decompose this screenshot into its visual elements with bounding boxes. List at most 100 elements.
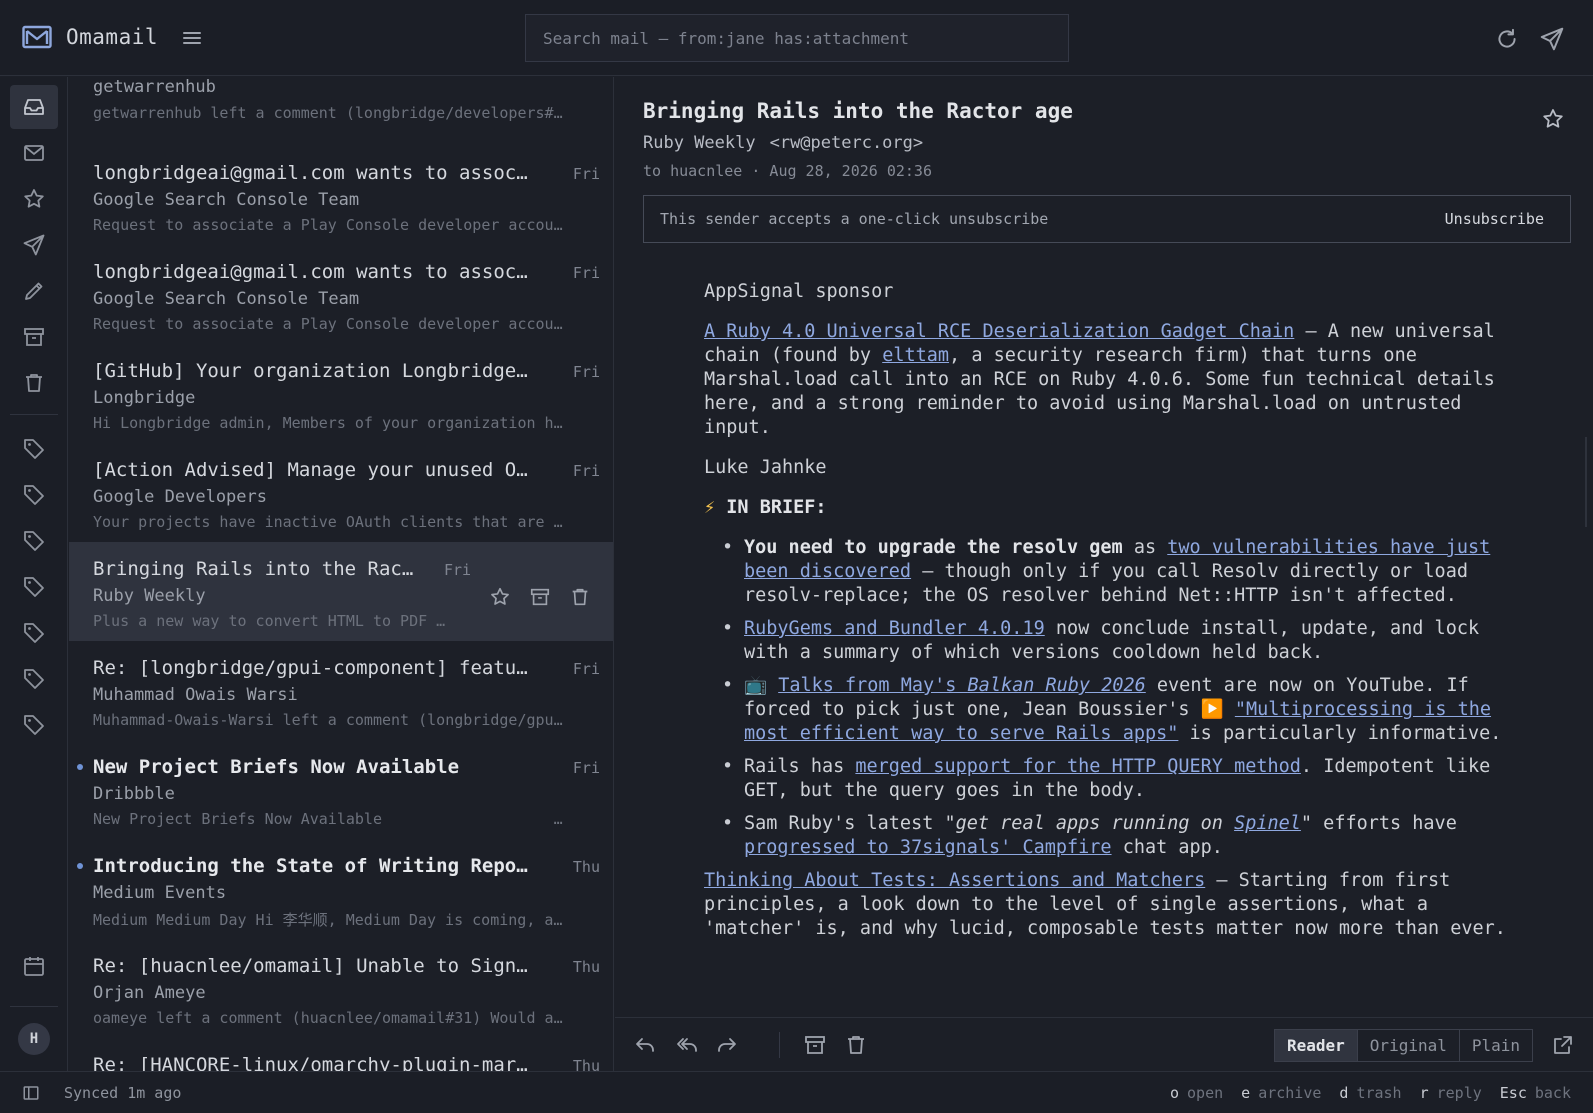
sender-address: <rw@peterc.org> (769, 133, 924, 153)
message-row[interactable]: Re: [longbridge/gpui-component] feature…… (69, 641, 613, 740)
rail-all-mail[interactable] (10, 131, 58, 175)
campfire-link[interactable]: progressed to 37signals' Campfire (744, 837, 1112, 858)
message-subject: Re: [huacnlee/omamail] Unable to Sign i… (93, 955, 533, 977)
star-button[interactable] (1541, 107, 1565, 131)
unsubscribe-button[interactable]: Unsubscribe (1445, 210, 1544, 228)
message-date: Fri (572, 363, 600, 381)
message-row[interactable]: [Action Advised] Manage your unused OAu…… (69, 443, 613, 542)
rail-label-3[interactable] (10, 519, 58, 563)
view-mode-original[interactable]: Original (1356, 1030, 1459, 1061)
star-icon (24, 189, 44, 208)
play-icon: ▶️ (1200, 699, 1224, 720)
send-icon (23, 234, 45, 256)
row-trash-button[interactable] (569, 586, 591, 608)
menu-button[interactable] (180, 26, 204, 50)
message-date: Fri (572, 165, 600, 183)
list-item: You need to upgrade the resolv gem as tw… (722, 536, 1534, 608)
avatar[interactable]: H (18, 1023, 50, 1055)
scrollbar[interactable] (1585, 437, 1587, 527)
star-icon (1543, 109, 1563, 128)
spinel-link[interactable]: Spinel (1234, 813, 1301, 834)
rail-inbox[interactable] (10, 85, 58, 129)
archive-icon (24, 328, 44, 346)
body-paragraph: Thinking About Tests: Assertions and Mat… (704, 870, 1506, 939)
http-query-link[interactable]: merged support for the HTTP QUERY method (855, 756, 1301, 777)
archive-button[interactable] (803, 1033, 827, 1057)
rubygems-link[interactable]: RubyGems and Bundler 4.0.19 (744, 618, 1045, 639)
row-archive-button[interactable] (529, 586, 551, 608)
calendar-icon (24, 957, 44, 976)
rail-trash[interactable] (10, 361, 58, 405)
message-row-selected[interactable]: Bringing Rails into the Ract… Fri Ruby W… (69, 542, 613, 641)
message-subject: Re: [HANCORE-linux/omarchy-plugin-marke… (93, 1054, 533, 1071)
message-date: Fri (572, 660, 600, 678)
shortcut-hint: e archive (1241, 1084, 1322, 1102)
message-subject: longbridgeai@gmail.com wants to associa… (93, 261, 533, 283)
rail-label-5[interactable] (10, 611, 58, 655)
row-star-button[interactable] (489, 586, 511, 608)
reader-sender: Ruby Weekly <rw@peterc.org> (643, 133, 923, 153)
rail-label-7[interactable] (10, 703, 58, 747)
rail-label-1[interactable] (10, 427, 58, 471)
message-row[interactable]: [GitHub] Your organization Longbridge h…… (69, 344, 613, 443)
message-from: Muhammad Owais Warsi (93, 685, 298, 705)
rail-archive[interactable] (10, 315, 58, 359)
tag-icon (24, 669, 44, 689)
rail-calendar[interactable] (10, 944, 58, 988)
message-date: Fri (572, 462, 600, 480)
reply-all-button[interactable] (675, 1033, 699, 1057)
message-snippet: Medium Medium Day Hi 李华顺, Medium Day is … (93, 911, 563, 929)
message-date: Thu (572, 1057, 600, 1071)
forward-button[interactable] (715, 1033, 739, 1057)
tests-article-link[interactable]: Thinking About Tests: Assertions and Mat… (704, 870, 1205, 891)
unread-dot (77, 764, 83, 770)
message-row-unread[interactable]: New Project Briefs Now Available Fri Dri… (69, 740, 613, 839)
pencil-icon (25, 282, 43, 300)
unsubscribe-banner: This sender accepts a one-click unsubscr… (643, 195, 1571, 243)
elttam-link[interactable]: elttam (882, 345, 949, 366)
message-subject: Bringing Rails into the Ract… (93, 558, 423, 580)
view-mode-plain[interactable]: Plain (1458, 1030, 1532, 1061)
rail-sent[interactable] (10, 223, 58, 267)
message-snippet: Muhammad-Owais-Warsi left a comment (lon… (93, 711, 563, 729)
message-row-unread[interactable]: Introducing the State of Writing Report…… (69, 839, 613, 938)
sync-status: Synced 1m ago (64, 1084, 182, 1102)
search-input[interactable] (525, 14, 1069, 62)
body-paragraph: A Ruby 4.0 Universal RCE Deserialization… (704, 321, 1495, 438)
tv-icon: 📺 (744, 675, 768, 696)
rail-drafts[interactable] (10, 269, 58, 313)
rail-label-6[interactable] (10, 657, 58, 701)
rail-starred[interactable] (10, 177, 58, 221)
message-date: Thu (572, 958, 600, 976)
message-from: Google Developers (93, 487, 267, 507)
inbox-icon (24, 99, 44, 115)
message-from: Medium Events (93, 883, 227, 903)
top-bar: Omamail (0, 0, 1593, 76)
article-link[interactable]: A Ruby 4.0 Universal RCE Deserialization… (704, 321, 1294, 342)
rail-label-4[interactable] (10, 565, 58, 609)
email-body: AppSignal sponsor A Ruby 4.0 Universal R… (704, 280, 1534, 957)
message-row[interactable]: Re: [HANCORE-linux/omarchy-plugin-marke…… (69, 1038, 613, 1071)
view-mode-reader[interactable]: Reader (1275, 1030, 1357, 1061)
compose-button[interactable] (1539, 26, 1565, 52)
refresh-button[interactable] (1494, 26, 1520, 52)
star-icon (491, 587, 509, 605)
rail-label-2[interactable] (10, 473, 58, 517)
list-item: Rails has merged support for the HTTP QU… (722, 755, 1534, 803)
message-row[interactable]: longbridgeai@gmail.com wants to associa…… (69, 146, 613, 245)
message-row[interactable]: longbridgeai@gmail.com wants to associa…… (69, 245, 613, 344)
status-bar: Synced 1m ago o open e archive d trash r rep… (0, 1071, 1593, 1113)
mail-logo-icon (22, 25, 52, 49)
message-snippet: Hi Longbridge admin, Members of your org… (93, 414, 563, 432)
open-external-button[interactable] (1551, 1033, 1575, 1057)
sidebar-toggle-button[interactable] (22, 1084, 40, 1102)
unsubscribe-note: This sender accepts a one-click unsubscr… (660, 210, 1049, 228)
external-link-icon (1554, 1036, 1572, 1054)
reader-meta: to huacnlee · Aug 28, 2026 02:36 (643, 162, 932, 180)
message-row[interactable]: Re: [huacnlee/omamail] Unable to Sign i…… (69, 939, 613, 1038)
brief-heading: ⚡ IN BRIEF: (704, 497, 827, 518)
trash-button[interactable] (844, 1033, 868, 1057)
message-from: getwarrenhub (93, 77, 216, 97)
reply-button[interactable] (633, 1033, 657, 1057)
talks-link[interactable]: Talks from May's Balkan Ruby 2026 (778, 675, 1146, 696)
